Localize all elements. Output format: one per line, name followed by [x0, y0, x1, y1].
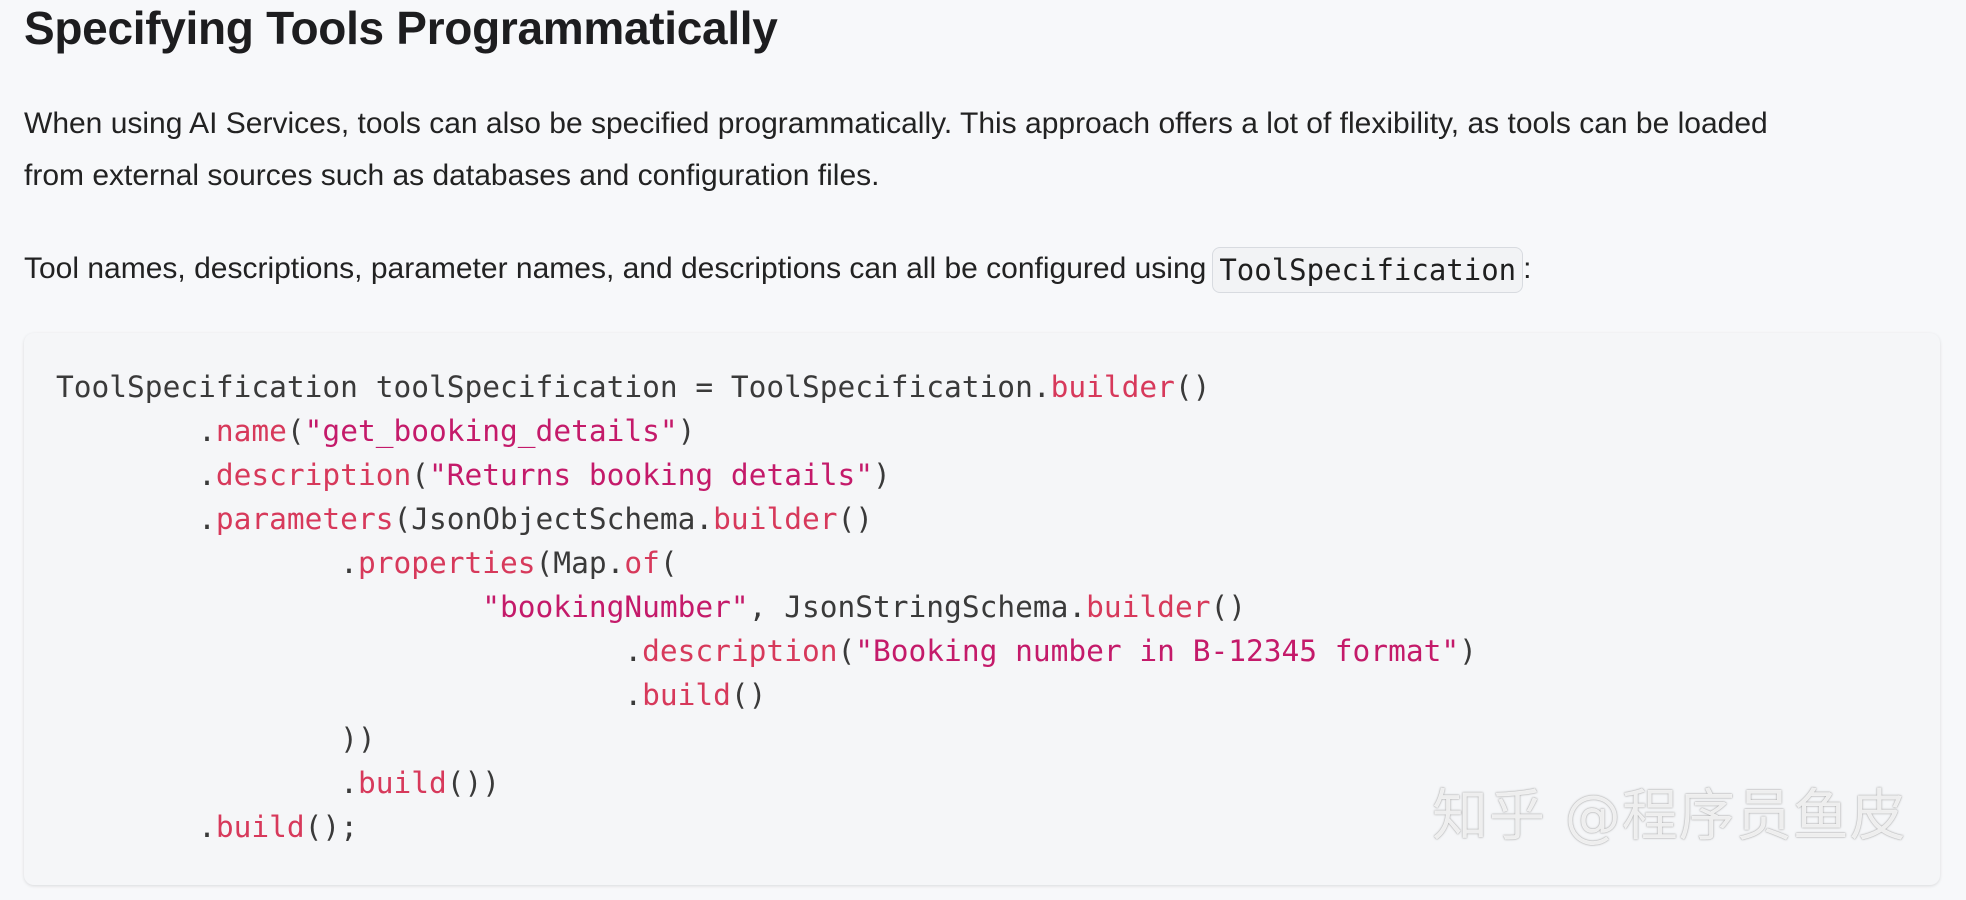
code-token-plain: .	[56, 546, 358, 580]
code-token-plain: ()	[1174, 370, 1211, 404]
code-token-plain: , JsonStringSchema.	[748, 590, 1087, 624]
code-token-plain: ();	[304, 810, 358, 844]
code-token-plain: .	[56, 502, 216, 536]
code-token-string: "Returns booking details"	[429, 458, 874, 492]
code-token-method: builder	[713, 502, 838, 536]
code-line: .build())	[56, 761, 1477, 805]
code-token-method: properties	[357, 546, 536, 580]
code-token-plain: (JsonObjectSchema.	[393, 502, 714, 536]
code-token-plain: ()	[837, 502, 874, 536]
code-line: .name("get_booking_details")	[56, 409, 1477, 453]
code-token-method: build	[215, 810, 305, 844]
code-token-plain: )	[1459, 634, 1477, 668]
code-token-method: builder	[1086, 590, 1211, 624]
config-paragraph-text: Tool names, descriptions, parameter name…	[24, 252, 1207, 285]
code-line: ToolSpecification toolSpecification = To…	[56, 365, 1477, 409]
code-token-method: parameters	[215, 502, 394, 536]
page-title: Specifying Tools Programmatically	[24, 2, 778, 54]
code-token-plain: ToolSpecification toolSpecification = To…	[56, 370, 1051, 404]
code-token-method: build	[357, 766, 447, 800]
watermark-logo: 知乎 @程序员鱼皮	[1432, 784, 1907, 849]
code-token-plain: ))	[56, 722, 376, 756]
code-line: .build()	[56, 673, 1477, 717]
intro-paragraph-line-2: from external sources such as databases …	[24, 159, 880, 192]
code-line: .parameters(JsonObjectSchema.builder()	[56, 497, 1477, 541]
code-token-plain: (Map.	[535, 546, 625, 580]
code-token-method: description	[215, 458, 412, 492]
code-token-plain: .	[56, 678, 643, 712]
code-token-string: "get_booking_details"	[304, 414, 678, 448]
code-token-plain: .	[56, 810, 216, 844]
code-token-plain: (	[286, 414, 305, 448]
config-paragraph: Tool names, descriptions, parameter name…	[24, 243, 1531, 295]
document-page: Specifying Tools Programmatically When u…	[0, 0, 1966, 900]
code-token-string: "Booking number in B-12345 format"	[855, 634, 1460, 668]
code-line: .build();	[56, 805, 1477, 849]
code-token-plain: .	[56, 458, 216, 492]
code-token-plain: .	[56, 634, 643, 668]
intro-paragraph: When using AI Services, tools can also b…	[24, 98, 1768, 202]
code-token-string: "bookingNumber"	[482, 590, 749, 624]
code-line: ))	[56, 717, 1477, 761]
code-token-plain: (	[659, 546, 678, 580]
code-token-plain: (	[837, 634, 856, 668]
config-paragraph-trailing: :	[1523, 252, 1532, 285]
code-token-method: build	[642, 678, 731, 712]
code-token-method: builder	[1050, 370, 1175, 404]
code-token-method: description	[642, 634, 838, 668]
code-token-plain: (	[411, 458, 429, 492]
code-token-plain: ())	[446, 766, 501, 800]
code-token-plain: )	[873, 458, 891, 492]
code-token-plain: .	[56, 414, 216, 448]
code-line: "bookingNumber", JsonStringSchema.builde…	[56, 585, 1477, 629]
code-token-method: of	[624, 546, 660, 580]
code-content: ToolSpecification toolSpecification = To…	[56, 365, 1477, 849]
code-token-plain: ()	[1210, 590, 1246, 624]
code-line: .description("Booking number in B-12345 …	[56, 629, 1477, 673]
code-token-method: name	[215, 414, 287, 448]
code-token-plain: )	[677, 414, 696, 448]
code-line: .properties(Map.of(	[56, 541, 1477, 585]
code-line: .description("Returns booking details")	[56, 453, 1477, 497]
code-token-plain: ()	[730, 678, 767, 712]
intro-paragraph-line-1: When using AI Services, tools can also b…	[24, 107, 1768, 140]
code-token-plain: .	[56, 766, 358, 800]
inline-code-toolspecification: ToolSpecification	[1212, 247, 1524, 294]
